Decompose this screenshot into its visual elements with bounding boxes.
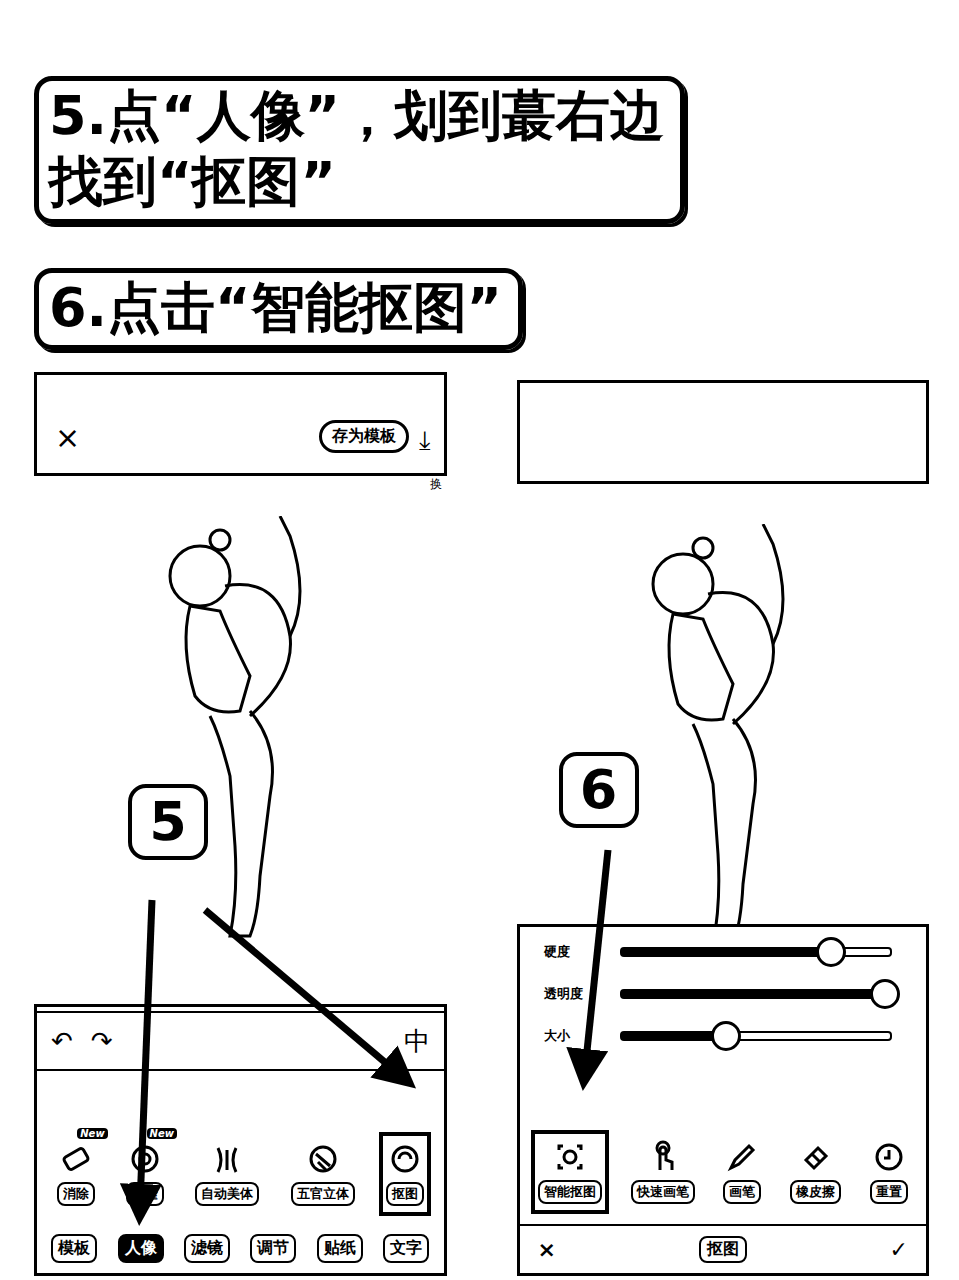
top-bar: ×存为模板⤓换: [34, 372, 447, 476]
step-badge: 5: [128, 784, 208, 860]
step-line: 6.点击“智能抠图”: [49, 275, 502, 341]
undo-button[interactable]: ↶: [51, 1026, 73, 1056]
step-line: 5.点“人像”，划到蕞右边: [49, 83, 664, 149]
tool-icon: [59, 1142, 93, 1176]
slider-row: 透明度: [544, 985, 893, 1003]
top-bar: [517, 380, 930, 484]
step-badge: 6: [559, 752, 639, 828]
toolbar: ↶ ↷ 中: [37, 1011, 444, 1071]
dancer-illustration: [120, 516, 360, 956]
confirm-button[interactable]: ✓: [890, 1237, 908, 1262]
tab[interactable]: 调节: [250, 1234, 296, 1263]
close-button[interactable]: ×: [55, 423, 80, 453]
slider-thumb[interactable]: [870, 979, 900, 1009]
redo-button[interactable]: ↷: [91, 1026, 113, 1056]
save-template-button[interactable]: 存为模板: [319, 420, 409, 453]
tab[interactable]: 文字: [383, 1234, 429, 1263]
tool-button[interactable]: 抠图: [379, 1132, 431, 1216]
tab[interactable]: 人像: [118, 1234, 164, 1263]
tab[interactable]: 模板: [51, 1234, 97, 1263]
slider-label: 大小: [544, 1027, 608, 1045]
new-badge: New: [147, 1128, 177, 1139]
canvas: [517, 484, 930, 924]
replace-label[interactable]: 换: [430, 476, 442, 493]
tool-label: 消除: [57, 1182, 95, 1206]
tool-button[interactable]: 重置: [863, 1130, 915, 1214]
slider-track[interactable]: [620, 1031, 893, 1041]
tool-button[interactable]: 自动美体: [188, 1132, 266, 1216]
tool-icon: [646, 1140, 680, 1174]
tool-button[interactable]: 画笔: [716, 1130, 768, 1214]
slider-fill: [622, 991, 885, 997]
tool-icon: [553, 1140, 587, 1174]
tool-icon: [306, 1142, 340, 1176]
tool-button[interactable]: 五官立体: [284, 1132, 362, 1216]
tool-button[interactable]: 智能抠图: [531, 1130, 609, 1214]
tool-icon: [872, 1140, 906, 1174]
step-title: 6.点击“智能抠图”: [34, 268, 523, 350]
tool-button[interactable]: 消除New: [50, 1132, 102, 1216]
cutout-panel: 硬度透明度大小智能抠图 快速画笔 画笔 橡皮擦 重置 × 抠图 ✓: [517, 924, 930, 1276]
slider-label: 硬度: [544, 943, 608, 961]
tool-label: 重置: [870, 1180, 908, 1204]
screenshots: ×存为模板⤓换5↶↷中消除New克隆New自动美体五官立体抠图模板人像滤镜调节贴…: [34, 372, 929, 1276]
canvas: [34, 476, 447, 1004]
tab[interactable]: 滤镜: [184, 1234, 230, 1263]
new-badge: New: [77, 1128, 107, 1139]
compare-button[interactable]: 中: [404, 1024, 430, 1059]
tool-label: 克隆: [126, 1182, 164, 1206]
tool-icon: [128, 1142, 162, 1176]
tab-bar: 模板人像滤镜调节贴纸文字: [37, 1226, 444, 1273]
tool-row: 智能抠图 快速画笔 画笔 橡皮擦 重置: [520, 1065, 927, 1224]
slider-row: 大小: [544, 1027, 893, 1045]
download-button[interactable]: ⤓: [419, 427, 430, 453]
tool-icon: [210, 1142, 244, 1176]
slider-label: 透明度: [544, 985, 608, 1003]
step-line: 找到“抠图”: [49, 149, 664, 215]
tool-button[interactable]: 快速画笔: [624, 1130, 702, 1214]
bottom-bar: × 抠图 ✓: [520, 1224, 927, 1273]
tool-icon: [725, 1140, 759, 1174]
step-title: 5.点“人像”，划到蕞右边找到“抠图”: [34, 76, 685, 224]
slider-fill: [622, 949, 831, 955]
tool-button[interactable]: 橡皮擦: [783, 1130, 848, 1214]
tool-icon: [388, 1142, 422, 1176]
tool-row: 消除New克隆New自动美体五官立体抠图: [37, 1071, 444, 1226]
close-button[interactable]: ×: [538, 1237, 556, 1262]
edit-panel: ↶↷中消除New克隆New自动美体五官立体抠图模板人像滤镜调节贴纸文字: [34, 1004, 447, 1276]
slider-track[interactable]: [620, 989, 893, 999]
slider-thumb[interactable]: [816, 937, 846, 967]
left-screenshot: ×存为模板⤓换5↶↷中消除New克隆New自动美体五官立体抠图模板人像滤镜调节贴…: [34, 372, 447, 1276]
right-screenshot: 6 硬度透明度大小智能抠图 快速画笔 画笔 橡皮擦 重置 × 抠图 ✓: [517, 372, 930, 1276]
tool-label: 五官立体: [291, 1182, 355, 1206]
tool-label: 橡皮擦: [790, 1180, 841, 1204]
slider-group: 硬度透明度大小: [520, 927, 927, 1065]
tab[interactable]: 贴纸: [317, 1234, 363, 1263]
tool-button[interactable]: 克隆New: [119, 1132, 171, 1216]
tool-label: 抠图: [386, 1182, 424, 1206]
slider-row: 硬度: [544, 943, 893, 961]
tool-label: 快速画笔: [631, 1180, 695, 1204]
slider-thumb[interactable]: [711, 1021, 741, 1051]
tool-label: 画笔: [723, 1180, 761, 1204]
slider-track[interactable]: [620, 947, 893, 957]
panel-title: 抠图: [699, 1236, 747, 1263]
tool-label: 自动美体: [195, 1182, 259, 1206]
dancer-illustration: [603, 524, 843, 964]
pointer-arrows: [0, 0, 959, 1280]
tool-icon: [798, 1140, 832, 1174]
tool-label: 智能抠图: [538, 1180, 602, 1204]
